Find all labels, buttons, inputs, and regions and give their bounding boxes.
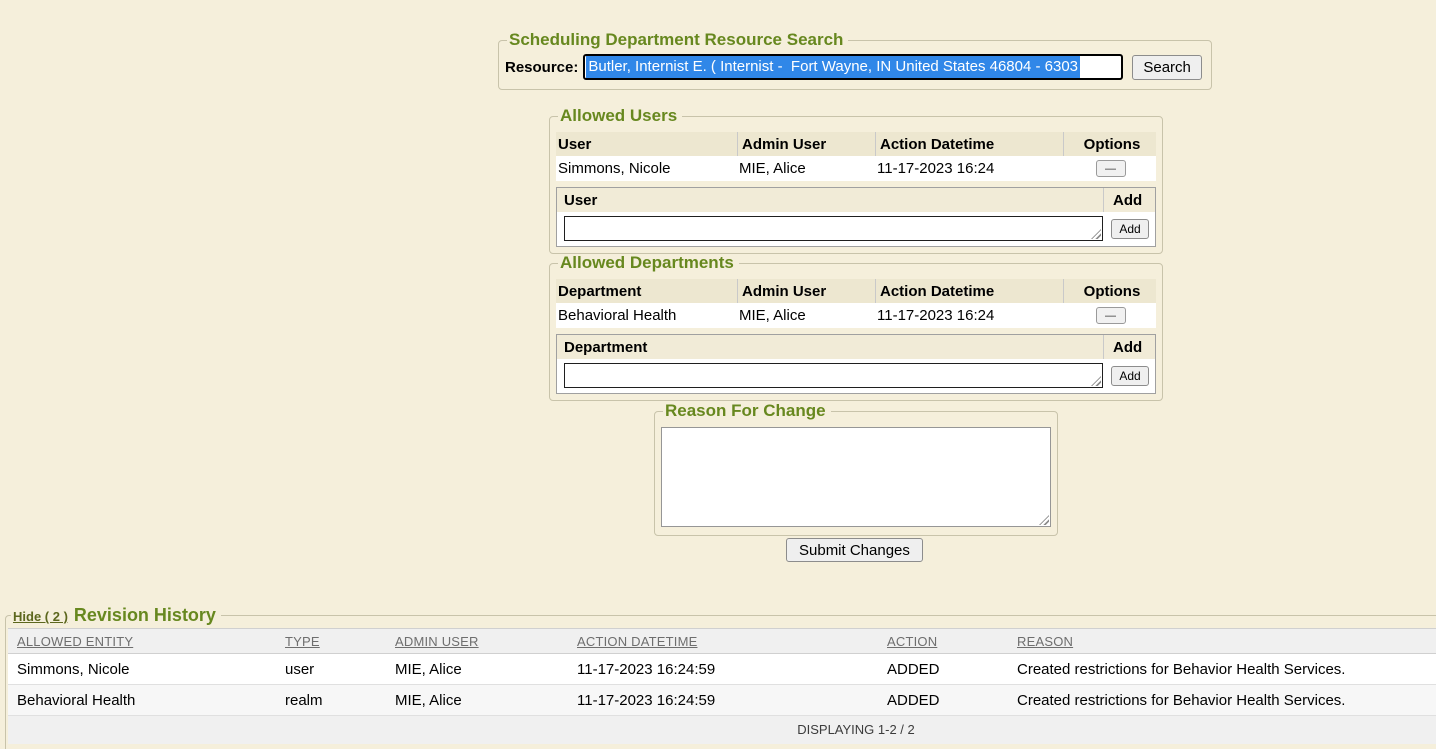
type-cell: realm (276, 692, 386, 709)
revision-history-legend: Hide ( 2 ) Revision History (11, 605, 221, 626)
options-cell: — (1063, 160, 1156, 177)
allowed-departments-title: Allowed Departments (558, 253, 739, 273)
admin-user-cell: MIE, Alice (737, 307, 875, 324)
column-header-action: ACTION (878, 634, 1008, 649)
sort-link-reason[interactable]: REASON (1017, 634, 1073, 649)
page: Scheduling Department Resource Search Re… (0, 0, 1436, 749)
column-header-action-datetime: Action Datetime (875, 132, 1063, 156)
resource-input-selected-text: Butler, Internist E. ( Internist - Fort … (586, 56, 1080, 78)
add-user-box: User Add Add (556, 187, 1156, 247)
admin-user-cell: MIE, Alice (737, 160, 875, 177)
column-header-department: Department (556, 279, 737, 303)
sort-link-admin-user[interactable]: ADMIN USER (395, 634, 479, 649)
revision-history-header-row: ALLOWED ENTITY TYPE ADMIN USER ACTION DA… (8, 628, 1436, 654)
paging-status: DISPLAYING 1-2 / 2 (8, 716, 1436, 744)
column-header-admin-user: ADMIN USER (386, 634, 568, 649)
sort-link-action-datetime[interactable]: ACTION DATETIME (577, 634, 697, 649)
allowed-users-table: User Admin User Action Datetime Options … (556, 132, 1156, 181)
action-datetime-cell: 11-17-2023 16:24:59 (568, 661, 878, 678)
table-row: Simmons, Nicole user MIE, Alice 11-17-20… (8, 654, 1436, 685)
action-datetime-cell: 11-17-2023 16:24 (875, 160, 1063, 177)
action-datetime-cell: 11-17-2023 16:24 (875, 307, 1063, 324)
resource-label: Resource: (505, 59, 578, 76)
action-cell: ADDED (878, 692, 1008, 709)
resource-search-title: Scheduling Department Resource Search (507, 30, 848, 50)
remove-user-button[interactable]: — (1096, 160, 1126, 177)
add-department-add-label: Add (1103, 335, 1155, 359)
sort-link-action[interactable]: ACTION (887, 634, 937, 649)
add-department-input[interactable] (564, 363, 1103, 388)
add-department-button[interactable]: Add (1111, 366, 1149, 386)
sort-link-allowed-entity[interactable]: ALLOWED ENTITY (17, 634, 133, 649)
allowed-users-section: Allowed Users User Admin User Action Dat… (549, 106, 1163, 254)
options-cell: — (1063, 307, 1156, 324)
resource-input[interactable]: Butler, Internist E. ( Internist - Fort … (583, 54, 1123, 80)
revision-history-table: ALLOWED ENTITY TYPE ADMIN USER ACTION DA… (8, 628, 1436, 744)
add-user-button[interactable]: Add (1111, 219, 1149, 239)
add-department-column-label: Department (557, 335, 1103, 359)
hide-toggle-link[interactable]: Hide ( 2 ) (13, 609, 68, 624)
allowed-entity-cell: Behavioral Health (8, 692, 276, 709)
reason-cell: Created restrictions for Behavior Health… (1008, 692, 1436, 709)
add-department-box: Department Add Add (556, 334, 1156, 394)
table-row: Simmons, Nicole MIE, Alice 11-17-2023 16… (556, 156, 1156, 181)
column-header-user: User (556, 132, 737, 156)
allowed-entity-cell: Simmons, Nicole (8, 661, 276, 678)
remove-department-button[interactable]: — (1096, 307, 1126, 324)
resource-search-row: Resource: Butler, Internist E. ( Interni… (505, 52, 1205, 83)
column-header-action-datetime: Action Datetime (875, 279, 1063, 303)
add-department-row: Add (557, 359, 1155, 393)
resize-grip-icon[interactable] (1039, 515, 1049, 525)
column-header-admin-user: Admin User (737, 279, 875, 303)
type-cell: user (276, 661, 386, 678)
column-header-options: Options (1063, 132, 1156, 156)
search-button[interactable]: Search (1132, 55, 1202, 80)
allowed-departments-header-row: Department Admin User Action Datetime Op… (556, 279, 1156, 303)
reason-for-change-section: Reason For Change (654, 401, 1058, 536)
column-header-options: Options (1063, 279, 1156, 303)
revision-history-title: Revision History (74, 605, 216, 626)
admin-user-cell: MIE, Alice (386, 661, 568, 678)
column-header-reason: REASON (1008, 634, 1436, 649)
revision-history-section: Hide ( 2 ) Revision History ALLOWED ENTI… (5, 605, 1436, 749)
action-cell: ADDED (878, 661, 1008, 678)
resize-grip-icon[interactable] (1091, 376, 1101, 386)
add-user-add-label: Add (1103, 188, 1155, 212)
add-user-header: User Add (557, 188, 1155, 212)
add-user-row: Add (557, 212, 1155, 246)
column-header-admin-user: Admin User (737, 132, 875, 156)
column-header-allowed-entity: ALLOWED ENTITY (8, 634, 276, 649)
allowed-departments-table: Department Admin User Action Datetime Op… (556, 279, 1156, 328)
column-header-action-datetime: ACTION DATETIME (568, 634, 878, 649)
allowed-departments-section: Allowed Departments Department Admin Use… (549, 253, 1163, 401)
resource-search-section: Scheduling Department Resource Search Re… (498, 30, 1212, 90)
admin-user-cell: MIE, Alice (386, 692, 568, 709)
allowed-users-title: Allowed Users (558, 106, 682, 126)
action-datetime-cell: 11-17-2023 16:24:59 (568, 692, 878, 709)
add-user-column-label: User (557, 188, 1103, 212)
sort-link-type[interactable]: TYPE (285, 634, 320, 649)
add-department-header: Department Add (557, 335, 1155, 359)
allowed-users-header-row: User Admin User Action Datetime Options (556, 132, 1156, 156)
reason-cell: Created restrictions for Behavior Health… (1008, 661, 1436, 678)
column-header-type: TYPE (276, 634, 386, 649)
user-cell: Simmons, Nicole (556, 160, 737, 177)
submit-changes-button[interactable]: Submit Changes (786, 538, 923, 562)
add-user-input[interactable] (564, 216, 1103, 241)
table-row: Behavioral Health realm MIE, Alice 11-17… (8, 685, 1436, 716)
table-row: Behavioral Health MIE, Alice 11-17-2023 … (556, 303, 1156, 328)
department-cell: Behavioral Health (556, 307, 737, 324)
reason-for-change-title: Reason For Change (663, 401, 831, 421)
resize-grip-icon[interactable] (1091, 229, 1101, 239)
reason-textarea[interactable] (661, 427, 1051, 527)
